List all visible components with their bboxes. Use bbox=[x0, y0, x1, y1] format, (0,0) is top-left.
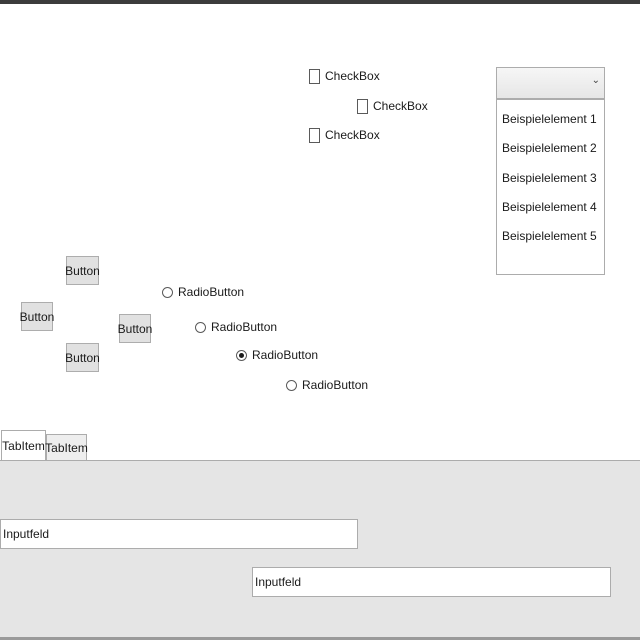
button-top[interactable]: Button bbox=[65, 256, 100, 285]
checkbox-label: CheckBox bbox=[373, 99, 428, 113]
listbox-item[interactable]: Beispielelement 4 bbox=[502, 200, 597, 216]
listbox[interactable]: Beispielelement 1 Beispielelement 2 Beis… bbox=[496, 99, 605, 275]
checkbox-3[interactable]: CheckBox bbox=[309, 126, 380, 144]
radiobutton-3[interactable]: RadioButton bbox=[236, 346, 318, 364]
radio-circle[interactable] bbox=[162, 286, 173, 298]
button-bottom[interactable]: Button bbox=[65, 343, 100, 372]
listbox-item[interactable]: Beispielelement 5 bbox=[502, 229, 597, 245]
checkbox-1[interactable]: CheckBox bbox=[309, 67, 380, 85]
tab-item-2[interactable]: TabItem bbox=[45, 434, 88, 460]
input-field-2[interactable] bbox=[252, 567, 611, 597]
checkbox-square[interactable] bbox=[309, 127, 320, 143]
radiobutton-1[interactable]: RadioButton bbox=[162, 283, 244, 301]
radiobutton-2[interactable]: RadioButton bbox=[195, 318, 277, 336]
checkbox-square[interactable] bbox=[357, 98, 368, 114]
radio-circle-checked[interactable] bbox=[236, 349, 247, 361]
radio-circle[interactable] bbox=[286, 379, 297, 391]
listbox-item[interactable]: Beispielelement 3 bbox=[502, 171, 597, 187]
checkbox-square[interactable] bbox=[309, 68, 320, 84]
radio-dot-icon bbox=[239, 352, 244, 358]
combobox[interactable]: ⌄ bbox=[496, 67, 605, 99]
window-top-bar bbox=[0, 0, 640, 4]
radiobutton-label: RadioButton bbox=[211, 320, 278, 334]
radiobutton-4[interactable]: RadioButton bbox=[286, 376, 368, 394]
radiobutton-label: RadioButton bbox=[302, 378, 369, 392]
checkbox-label: CheckBox bbox=[325, 128, 380, 142]
radio-circle[interactable] bbox=[195, 321, 206, 333]
checkbox-label: CheckBox bbox=[325, 69, 380, 83]
checkbox-2[interactable]: CheckBox bbox=[357, 97, 428, 115]
button-left[interactable]: Button bbox=[20, 302, 54, 331]
tab-item-1[interactable]: TabItem bbox=[1, 430, 46, 460]
radiobutton-label: RadioButton bbox=[252, 348, 319, 362]
listbox-item[interactable]: Beispielelement 1 bbox=[502, 112, 597, 128]
button-right[interactable]: Button bbox=[118, 314, 152, 343]
chevron-down-icon[interactable]: ⌄ bbox=[592, 75, 600, 86]
listbox-item[interactable]: Beispielelement 2 bbox=[502, 141, 597, 157]
radiobutton-label: RadioButton bbox=[178, 285, 245, 299]
tab-panel bbox=[0, 460, 640, 638]
input-field-1[interactable] bbox=[0, 519, 358, 549]
